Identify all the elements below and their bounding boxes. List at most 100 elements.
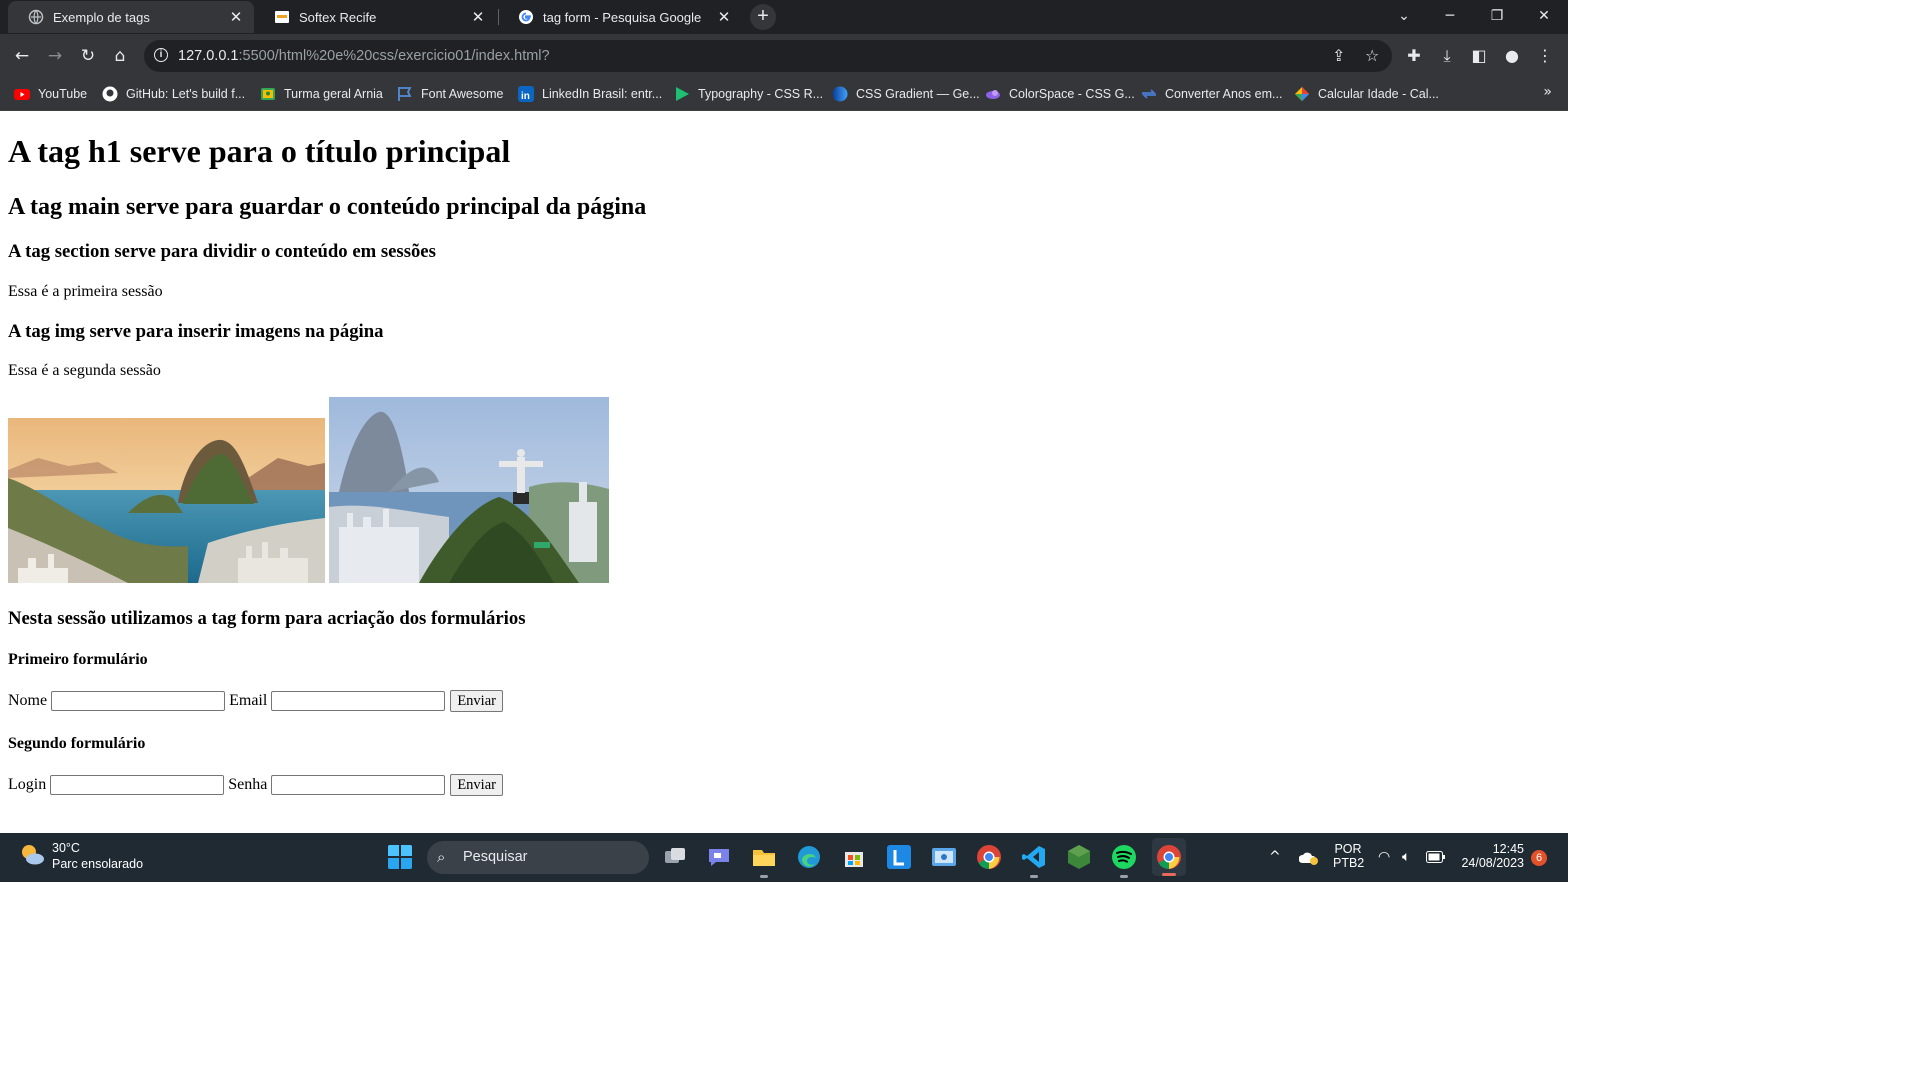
- bookmark-star-icon[interactable]: ☆: [1365, 40, 1379, 72]
- bookmark-colorspace[interactable]: ColorSpace - CSS G...: [985, 84, 1135, 104]
- url-text: 127.0.0.1:5500/html%20e%20css/exercicio0…: [178, 40, 550, 72]
- battery-icon[interactable]: [1426, 851, 1446, 863]
- extensions-icon[interactable]: ✚: [1402, 44, 1426, 68]
- login-label: Login: [8, 776, 47, 793]
- close-tab-icon[interactable]: ✕: [716, 8, 732, 26]
- second-section-text: Essa é a segunda sessão: [8, 362, 161, 379]
- forward-icon[interactable]: →: [43, 44, 67, 68]
- bookmark-typography[interactable]: Typography - CSS R...: [674, 84, 823, 104]
- chrome-profile-app-active[interactable]: [1152, 838, 1186, 876]
- page-title: A tag h1 serve para o título principal: [8, 133, 511, 169]
- page-content: A tag h1 serve para o título principal A…: [0, 111, 1568, 833]
- youtube-icon: [14, 89, 30, 100]
- bookmark-label: ColorSpace - CSS G...: [1009, 87, 1135, 101]
- chrome-icon[interactable]: [976, 844, 1002, 870]
- windows-taskbar: 30°C Parc ensolarado ⌕ Pesquisar ^ POR P…: [0, 833, 1568, 882]
- address-bar[interactable]: i 127.0.0.1:5500/html%20e%20css/exercici…: [144, 40, 1392, 72]
- download-icon[interactable]: ⤓: [1435, 44, 1459, 68]
- partly-sunny-icon: [22, 845, 44, 865]
- google-classroom-icon: [261, 88, 275, 100]
- rio-sugarloaf-photo: [8, 418, 325, 583]
- task-view-icon[interactable]: [662, 844, 688, 870]
- microsoft-store-icon[interactable]: [841, 844, 867, 870]
- profile-icon[interactable]: ●: [1500, 44, 1524, 68]
- bookmark-label: GitHub: Let's build f...: [126, 87, 246, 101]
- senha-input[interactable]: [271, 775, 446, 795]
- close-tab-icon[interactable]: ✕: [228, 8, 244, 26]
- more-bookmarks-icon[interactable]: »: [1543, 84, 1552, 100]
- restore-icon[interactable]: ❐: [1474, 0, 1520, 34]
- submit-button-form2[interactable]: Enviar: [450, 774, 503, 796]
- bookmark-label: Typography - CSS R...: [698, 87, 824, 101]
- back-icon[interactable]: ←: [10, 44, 34, 68]
- language-indicator[interactable]: POR PTB2: [1333, 833, 1365, 882]
- bookmark-css-gradient[interactable]: CSS Gradient — Ge...: [832, 84, 980, 104]
- minimize-icon[interactable]: ─: [1427, 0, 1473, 34]
- file-explorer-app[interactable]: [751, 844, 777, 878]
- css-gradient-icon: [832, 86, 848, 102]
- show-hidden-icons-chevron-icon[interactable]: ^: [1269, 849, 1281, 865]
- tab-google-search[interactable]: tag form - Pesquisa Google ✕: [498, 1, 742, 33]
- close-window-icon[interactable]: ✕: [1521, 0, 1567, 34]
- senha-label: Senha: [228, 776, 268, 793]
- windows-start-icon[interactable]: [387, 844, 413, 870]
- share-icon[interactable]: ⇪: [1332, 40, 1345, 72]
- spotify-app[interactable]: [1111, 844, 1137, 878]
- wifi-icon[interactable]: ◠: [1378, 849, 1390, 865]
- notification-badge[interactable]: 6: [1531, 850, 1547, 866]
- keyboard-layout: PTB2: [1333, 856, 1365, 870]
- site-info-icon[interactable]: i: [154, 48, 168, 62]
- nome-label: Nome: [8, 692, 48, 709]
- close-tab-icon[interactable]: ✕: [470, 8, 486, 26]
- reload-icon[interactable]: ↻: [76, 44, 100, 68]
- running-indicator: [760, 875, 768, 878]
- edge-icon[interactable]: [796, 844, 822, 870]
- vscode-app[interactable]: [1021, 844, 1047, 878]
- form-section-heading: Nesta sessão utilizamos a tag form para …: [8, 608, 526, 629]
- bookmark-converter-anos[interactable]: Converter Anos em...: [1141, 84, 1282, 104]
- tab-title: Exemplo de tags: [53, 9, 150, 25]
- bookmark-turma-geral-arnia[interactable]: Turma geral Arnia: [260, 84, 383, 104]
- bookmark-label: Converter Anos em...: [1165, 87, 1283, 101]
- form2-title: Segundo formulário: [8, 735, 146, 752]
- active-indicator: [1162, 873, 1176, 876]
- bookmark-font-awesome[interactable]: Font Awesome: [397, 84, 503, 104]
- l-app-icon[interactable]: [886, 844, 912, 870]
- side-panel-icon[interactable]: ◧: [1467, 44, 1491, 68]
- tab-strip: Exemplo de tags ✕ Softex Recife ✕ tag fo…: [0, 0, 1568, 34]
- submit-button-form1[interactable]: Enviar: [450, 690, 503, 712]
- section-heading: A tag section serve para dividir o conte…: [8, 241, 436, 262]
- bookmark-calcular-idade[interactable]: Calcular Idade - Cal...: [1294, 84, 1439, 104]
- volume-icon[interactable]: 🔈︎: [1402, 849, 1410, 865]
- flag-icon: [398, 87, 412, 101]
- email-input[interactable]: [271, 691, 446, 711]
- second-form: Login Senha Enviar: [8, 774, 503, 796]
- nome-input[interactable]: [51, 691, 226, 711]
- new-tab-button[interactable]: +: [750, 4, 776, 30]
- login-input[interactable]: [50, 775, 225, 795]
- img-heading: A tag img serve para inserir imagens na …: [8, 321, 384, 342]
- home-icon[interactable]: ⌂: [108, 44, 132, 68]
- tab-softex-recife[interactable]: Softex Recife ✕: [254, 1, 496, 33]
- converter-icon: [1141, 89, 1157, 99]
- tab-search-chevron-icon[interactable]: ⌄: [1381, 0, 1427, 34]
- bookmark-label: YouTube: [38, 87, 88, 101]
- softex-favicon-icon: [275, 11, 289, 23]
- taskbar-search[interactable]: ⌕ Pesquisar: [427, 841, 649, 874]
- onedrive-icon[interactable]: [1299, 850, 1319, 866]
- bookmark-label: Font Awesome: [421, 87, 504, 101]
- weather-widget[interactable]: 30°C Parc ensolarado: [18, 840, 143, 872]
- clock[interactable]: 12:45 24/08/2023: [1458, 833, 1524, 882]
- tab-exemplo-de-tags[interactable]: Exemplo de tags ✕: [8, 1, 254, 33]
- typography-icon: [676, 87, 689, 101]
- bookmark-youtube[interactable]: YouTube: [14, 84, 87, 104]
- bookmarks-bar: YouTube GitHub: Let's build f... Turma g…: [0, 78, 1568, 111]
- nodejs-icon[interactable]: [1066, 844, 1092, 870]
- bookmark-github[interactable]: GitHub: Let's build f...: [102, 84, 245, 104]
- control-panel-icon[interactable]: [931, 844, 957, 870]
- teams-chat-icon[interactable]: [706, 844, 732, 870]
- clock-date: 24/08/2023: [1461, 856, 1524, 870]
- language-code: POR: [1334, 842, 1362, 856]
- bookmark-linkedin[interactable]: in LinkedIn Brasil: entr...: [518, 84, 662, 104]
- menu-kebab-icon[interactable]: ⋮: [1533, 44, 1557, 68]
